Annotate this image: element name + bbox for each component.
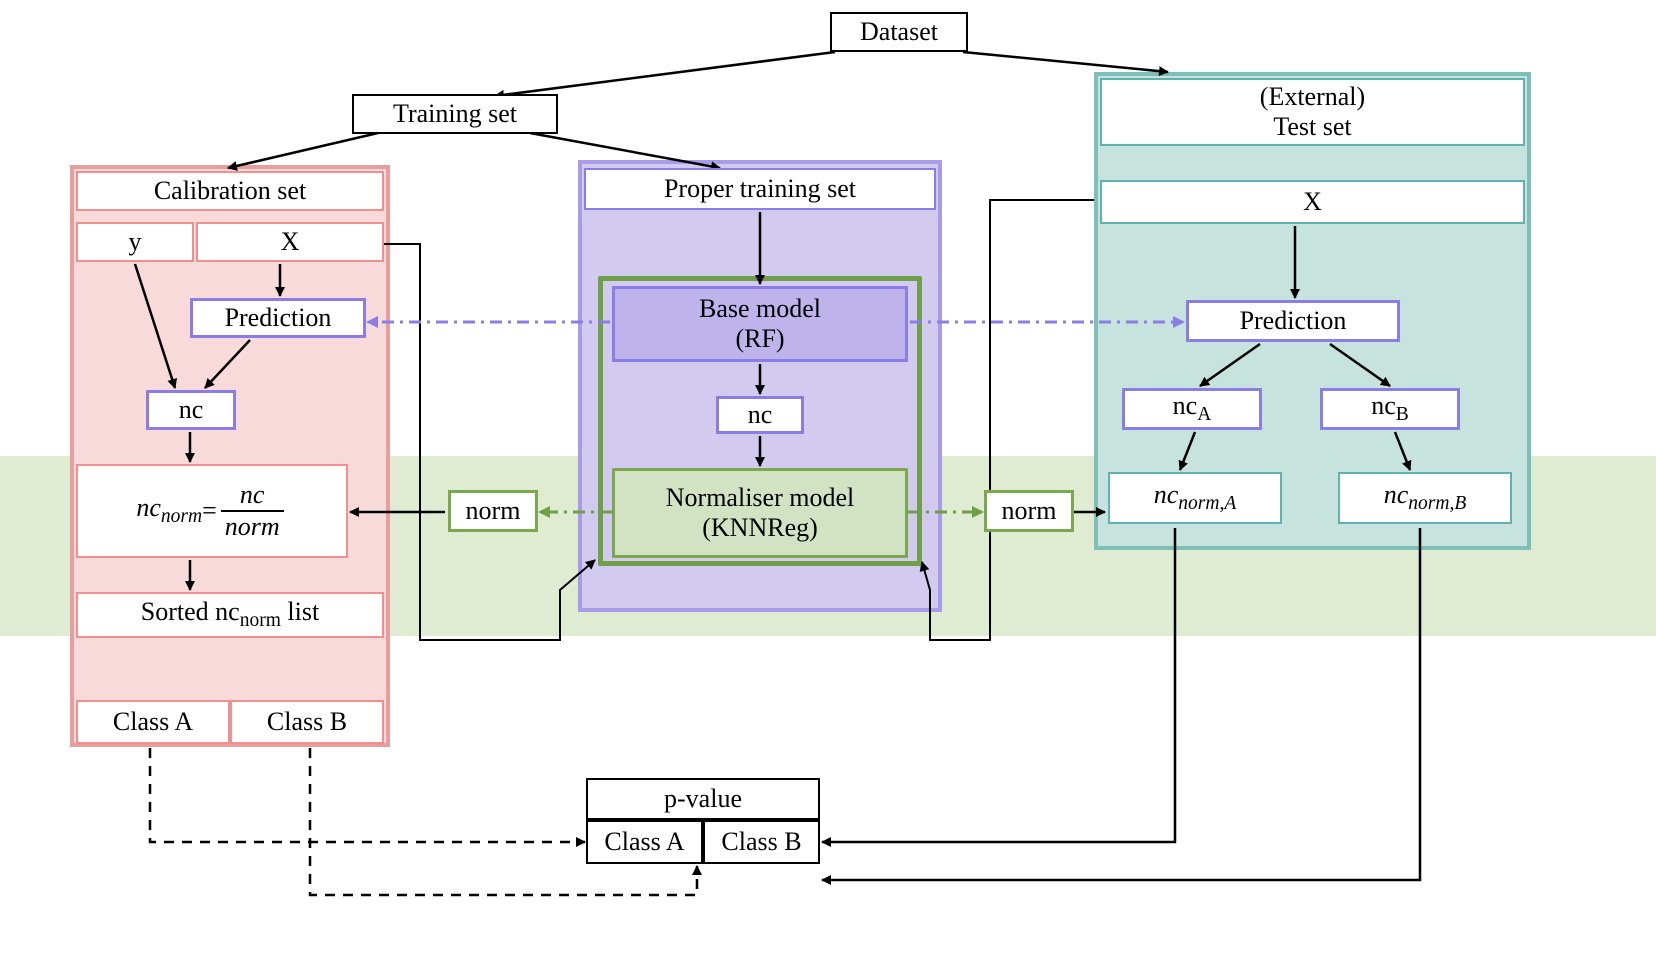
diagram-stage: Dataset Training set (External) Test set… (0, 0, 1656, 978)
ncnormB-sub: norm,B (1408, 493, 1466, 514)
base-model: Base model (RF) (612, 286, 908, 362)
ncB-sub: B (1396, 404, 1409, 425)
ncnormB-nc: nc (1384, 480, 1409, 509)
ncnormA-nc: nc (1154, 480, 1179, 509)
ncnormA-sub: norm,A (1178, 493, 1236, 514)
prediction-test: Prediction (1186, 300, 1400, 342)
test-set-node: (External) Test set (1100, 78, 1525, 146)
ncB-label: nc (1371, 391, 1396, 420)
eq-num: nc (236, 482, 269, 508)
norm-right: norm (984, 490, 1074, 532)
nc-calibration: nc (146, 390, 236, 430)
test-set-line2: Test set (1273, 112, 1351, 142)
calibration-class-b: Class B (230, 700, 384, 744)
ncA-sub: A (1197, 404, 1211, 425)
prediction-calibration: Prediction (190, 298, 366, 338)
test-set-line1: (External) (1260, 82, 1365, 112)
test-X: X (1100, 180, 1525, 224)
base-model-line2: (RF) (735, 324, 784, 354)
normaliser-line1: Normaliser model (666, 483, 854, 513)
base-model-line1: Base model (699, 294, 821, 324)
ncnorm-equation: ncnorm = nc norm (76, 464, 348, 558)
dataset-node: Dataset (830, 12, 968, 52)
ncA-label: nc (1173, 391, 1198, 420)
calibration-X: X (196, 222, 384, 262)
ncnorm-A: ncnorm,A (1108, 472, 1282, 524)
calibration-set-node: Calibration set (76, 171, 384, 211)
normaliser-line2: (KNNReg) (702, 513, 818, 543)
normaliser-model: Normaliser model (KNNReg) (612, 468, 908, 558)
eq-lhs-nc: nc (136, 493, 161, 522)
eq-fraction: nc norm (221, 482, 284, 540)
p-class-a: Class A (586, 820, 703, 864)
nc-mid: nc (716, 396, 804, 434)
training-set-node: Training set (352, 94, 558, 134)
norm-left: norm (448, 490, 538, 532)
calibration-class-a: Class A (76, 700, 230, 744)
sorted-pre: Sorted nc (141, 597, 240, 626)
eq-lhs-sub: norm (161, 506, 202, 527)
sorted-sub: norm (240, 610, 281, 631)
sorted-ncnorm-list: Sorted ncnorm list (76, 592, 384, 638)
ncnorm-B: ncnorm,B (1338, 472, 1512, 524)
p-class-b: Class B (703, 820, 820, 864)
sorted-post: list (281, 597, 319, 626)
eq-eq: = (202, 496, 217, 526)
calibration-y: y (76, 222, 194, 262)
eq-den: norm (221, 514, 284, 540)
pvalue-node: p-value (586, 778, 820, 820)
nc-A: ncA (1122, 388, 1262, 430)
nc-B: ncB (1320, 388, 1460, 430)
proper-training-set: Proper training set (584, 168, 936, 210)
